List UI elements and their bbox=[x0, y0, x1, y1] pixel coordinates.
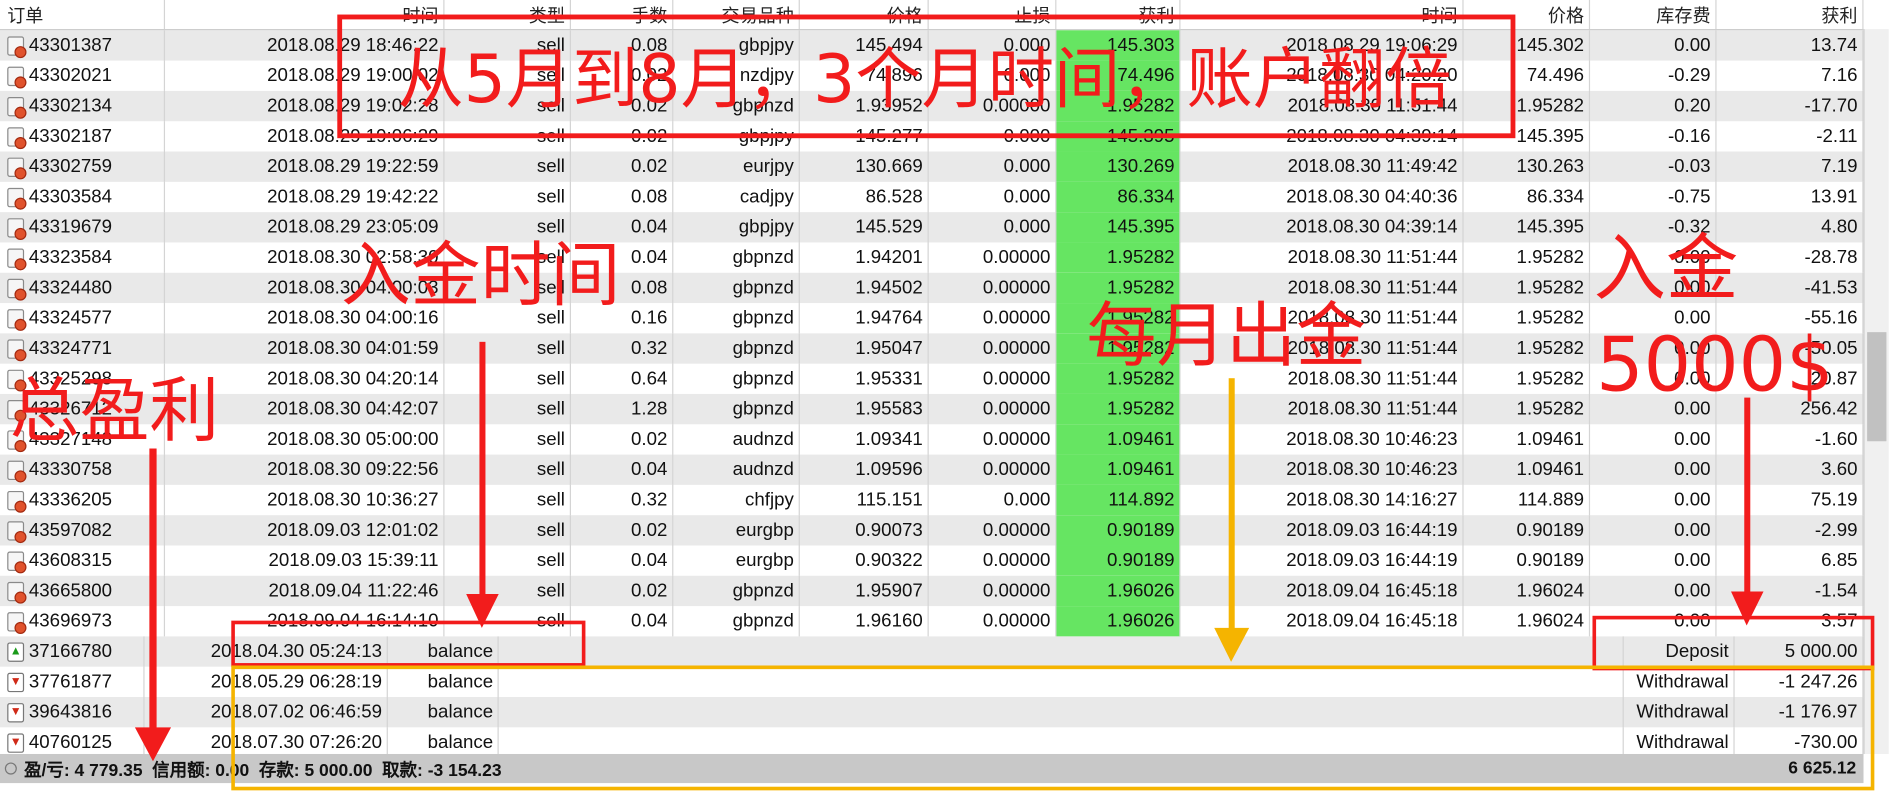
deposit-arrow-head bbox=[1731, 591, 1764, 626]
deposit-label-annotation: 入金 bbox=[1593, 226, 1739, 312]
withdrawal-arrow-head bbox=[1214, 627, 1250, 662]
withdrawal-arrow-shaft bbox=[1228, 378, 1235, 631]
terminal-history-window: 订单 时间 类型 手数 交易品种 价格 止损 获利 时间 价格 库存费 获利 4… bbox=[0, 0, 1889, 794]
deposit-arrow-shaft bbox=[1744, 397, 1751, 594]
total-profit-arrow-shaft bbox=[149, 448, 157, 730]
monthly-withdrawal-annotation: 每月出金 bbox=[1086, 294, 1367, 377]
deposit-time-arrow-head bbox=[466, 593, 499, 628]
deposit-time-arrow-shaft bbox=[479, 341, 486, 597]
total-profit-annotation: 总盈利 bbox=[9, 369, 220, 453]
deposit-amount-annotation: 5000$ bbox=[1596, 320, 1834, 409]
total-profit-arrow-head bbox=[134, 727, 172, 762]
headline-annotation: 从5月到8月，3个月时间，账户翻倍 bbox=[397, 40, 1452, 118]
deposit-time-annotation: 入金时间 bbox=[340, 233, 621, 317]
